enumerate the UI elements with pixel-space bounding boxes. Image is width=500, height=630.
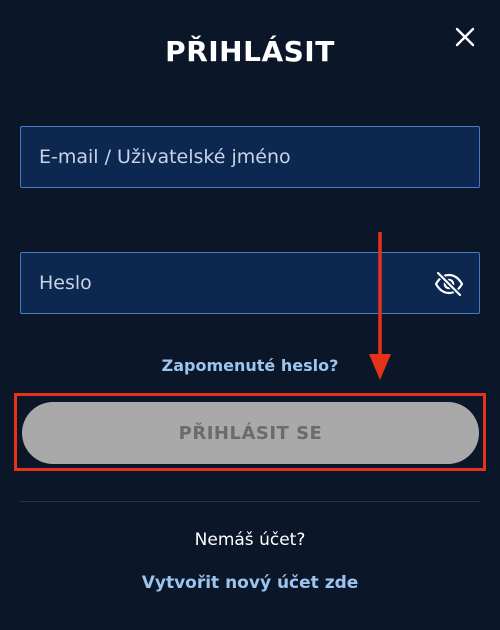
forgot-password-link[interactable]: Zapomenuté heslo? <box>0 356 500 375</box>
annotation-arrow-down-icon <box>369 232 391 380</box>
password-field-wrapper <box>20 252 480 314</box>
password-field[interactable] <box>21 253 479 313</box>
close-icon <box>455 27 475 47</box>
divider <box>20 501 480 502</box>
toggle-password-visibility-button[interactable] <box>433 269 465 299</box>
page-title: PŘIHLÁSIT <box>165 35 335 68</box>
login-screen: PŘIHLÁSIT Zapomenuté heslo? PŘIHLÁSIT SE… <box>0 0 500 630</box>
eye-off-icon <box>434 271 464 297</box>
create-account-link[interactable]: Vytvořit nový účet zde <box>0 573 500 593</box>
no-account-text: Nemáš účet? <box>194 530 306 550</box>
login-submit-button[interactable]: PŘIHLÁSIT SE <box>22 402 479 464</box>
close-button[interactable] <box>450 22 480 52</box>
email-field[interactable] <box>21 127 479 187</box>
email-field-wrapper <box>20 126 480 188</box>
